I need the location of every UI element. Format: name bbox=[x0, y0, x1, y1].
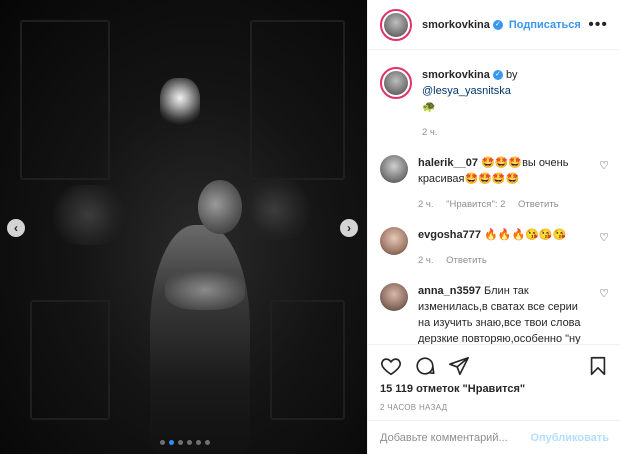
avatar[interactable] bbox=[380, 155, 408, 183]
avatar[interactable] bbox=[380, 227, 408, 255]
comment-username[interactable]: anna_n3597 bbox=[418, 285, 481, 297]
comment-like-icon[interactable]: ♡ bbox=[599, 283, 609, 300]
carousel-dots bbox=[160, 440, 210, 445]
avatar[interactable] bbox=[380, 283, 408, 311]
caption-mention[interactable]: @lesya_yasnitska bbox=[422, 85, 511, 97]
comment-like-icon[interactable]: ♡ bbox=[599, 227, 609, 244]
heart-icon[interactable] bbox=[380, 355, 402, 377]
post-time[interactable]: 2 часов назад bbox=[380, 403, 609, 412]
likes-count[interactable]: 15 119 отметок "Нравится" bbox=[380, 383, 609, 395]
comment-item: anna_n3597 Блин так изменилась,в сватах … bbox=[380, 269, 609, 344]
comment-item: halerik__07 🤩🤩🤩вы очень красивая🤩🤩🤩🤩 2 ч… bbox=[380, 141, 609, 213]
comment-username[interactable]: evgosha777 bbox=[418, 229, 481, 241]
carousel-dot[interactable] bbox=[187, 440, 192, 445]
wall-panel bbox=[20, 20, 110, 180]
comment-time[interactable]: 2 ч. bbox=[418, 255, 434, 266]
add-comment-bar: Опубликовать bbox=[368, 420, 620, 454]
comment-item: evgosha777 🔥🔥🔥😘😘😘 2 ч. Ответить ♡ bbox=[380, 213, 609, 269]
share-icon[interactable] bbox=[448, 355, 470, 377]
carousel-dot[interactable] bbox=[178, 440, 183, 445]
comment-time[interactable]: 2 ч. bbox=[418, 199, 434, 210]
wall-ornament bbox=[50, 185, 128, 245]
figure-head bbox=[198, 180, 242, 234]
comment-like-icon[interactable]: ♡ bbox=[599, 155, 609, 172]
author-username[interactable]: smorkovkina bbox=[422, 19, 490, 31]
verified-icon: ✓ bbox=[492, 19, 503, 30]
prev-arrow-icon[interactable]: ‹ bbox=[7, 219, 25, 237]
carousel-dot-active[interactable] bbox=[169, 440, 174, 445]
carousel-dot[interactable] bbox=[205, 440, 210, 445]
post-sidebar: smorkovkina ✓ Подписаться ••• smorkovkin… bbox=[367, 0, 620, 454]
wall-ornament bbox=[235, 180, 313, 240]
avatar[interactable] bbox=[380, 67, 412, 99]
caption-by: by bbox=[505, 69, 518, 81]
comment-icon[interactable] bbox=[414, 355, 436, 377]
carousel-dot[interactable] bbox=[160, 440, 165, 445]
caption-username[interactable]: smorkovkina bbox=[422, 69, 490, 81]
comments-list[interactable]: smorkovkina ✓ by @lesya_yasnitska 🐢 2 ч. … bbox=[368, 51, 620, 344]
reply-button[interactable]: Ответить bbox=[518, 199, 559, 210]
post-caption: smorkovkina ✓ by @lesya_yasnitska 🐢 2 ч. bbox=[380, 51, 609, 141]
comment-likes[interactable]: "Нравится": 2 bbox=[446, 199, 505, 210]
publish-button[interactable]: Опубликовать bbox=[530, 432, 609, 444]
next-arrow-icon[interactable]: › bbox=[340, 219, 358, 237]
figure-arm bbox=[165, 270, 245, 310]
post-header: smorkovkina ✓ Подписаться ••• bbox=[368, 0, 620, 50]
wall-panel bbox=[270, 300, 345, 420]
post-photo[interactable]: ‹ › bbox=[0, 0, 367, 454]
comment-text: 🔥🔥🔥😘😘😘 bbox=[484, 229, 567, 241]
bookmark-icon[interactable] bbox=[587, 355, 609, 377]
caption-emoji: 🐢 bbox=[422, 101, 436, 113]
wall-panel bbox=[250, 20, 345, 180]
avatar[interactable] bbox=[380, 8, 412, 41]
chandelier bbox=[160, 78, 200, 128]
carousel-dot[interactable] bbox=[196, 440, 201, 445]
more-options-icon[interactable]: ••• bbox=[588, 16, 608, 34]
verified-icon: ✓ bbox=[492, 70, 503, 81]
figure-body bbox=[150, 225, 250, 454]
caption-time[interactable]: 2 ч. bbox=[422, 127, 438, 138]
comment-username[interactable]: halerik__07 bbox=[418, 157, 478, 169]
post-actions: 15 119 отметок "Нравится" 2 часов назад bbox=[368, 344, 620, 412]
comment-input[interactable] bbox=[380, 431, 531, 444]
follow-button[interactable]: Подписаться bbox=[509, 19, 581, 31]
wall-panel bbox=[30, 300, 110, 420]
reply-button[interactable]: Ответить bbox=[446, 255, 487, 266]
